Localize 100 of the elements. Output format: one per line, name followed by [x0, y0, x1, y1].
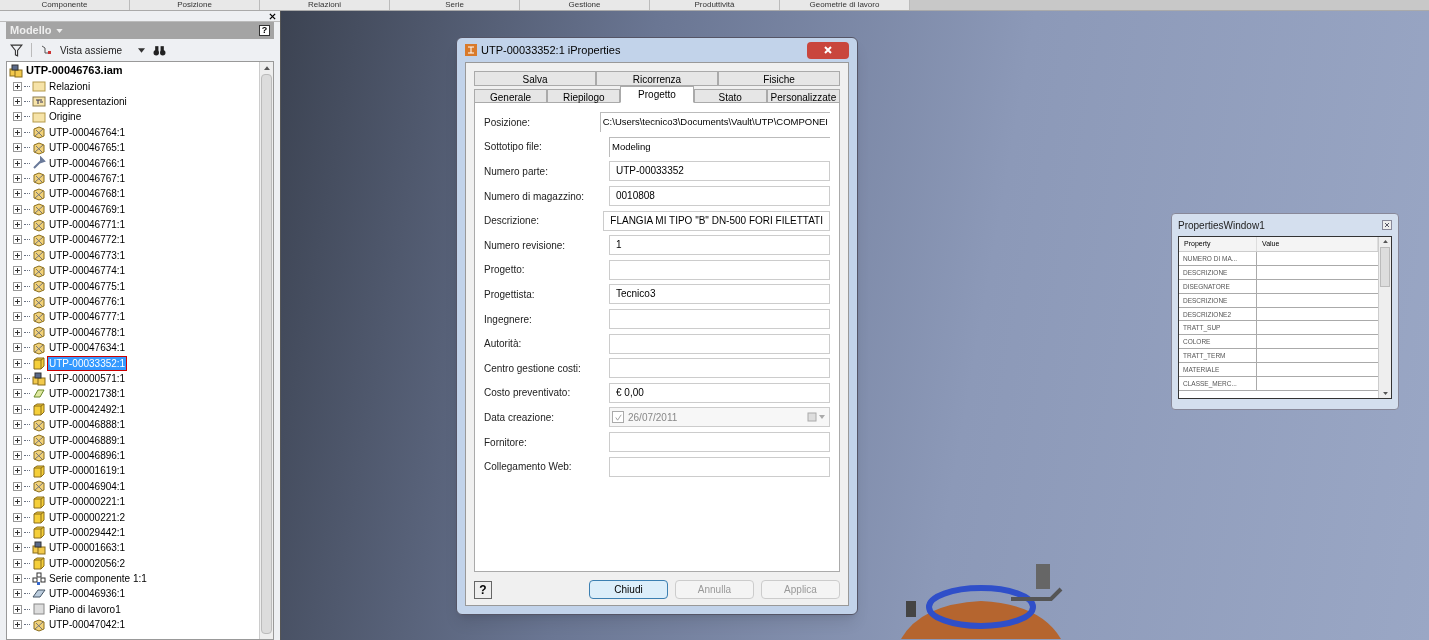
expand-icon[interactable]: [13, 250, 22, 260]
expand-icon[interactable]: [13, 589, 22, 599]
tree-item[interactable]: UTP-00046776:1: [48, 295, 127, 309]
tree-item[interactable]: UTP-00002056:2: [48, 556, 127, 570]
tree-item[interactable]: UTP-00046778:1: [48, 325, 127, 339]
tree-item[interactable]: Origine: [48, 110, 83, 124]
tree-item[interactable]: UTP-00001619:1: [48, 464, 127, 478]
expand-icon[interactable]: [13, 558, 22, 568]
tree-item[interactable]: UTP-00046771:1: [48, 218, 127, 232]
tree-item[interactable]: UTP-00046904:1: [48, 479, 127, 493]
tree-item[interactable]: UTP-00046765:1: [48, 141, 127, 155]
scroll-up-icon[interactable]: [263, 66, 270, 70]
text-field[interactable]: UTP-00033352: [609, 161, 830, 182]
text-field[interactable]: [609, 358, 830, 379]
close-button[interactable]: [807, 41, 849, 59]
tab[interactable]: Fisiche: [718, 71, 840, 86]
scroll-up-icon[interactable]: [1382, 240, 1388, 243]
tree-item[interactable]: UTP-00046764:1: [48, 125, 127, 139]
ribbon-tab[interactable]: Gestione: [520, 0, 650, 10]
text-field[interactable]: Tecnico3: [609, 284, 830, 305]
tree-item[interactable]: UTP-00042492:1: [48, 402, 127, 416]
expand-icon[interactable]: [13, 127, 22, 137]
tree-item[interactable]: UTP-00046773:1: [48, 248, 127, 262]
tree-item[interactable]: UTP-00046936:1: [48, 587, 127, 601]
close-icon[interactable]: [1382, 220, 1392, 230]
tab[interactable]: Salva: [474, 71, 596, 86]
text-field[interactable]: FLANGIA MI TIPO "B" DN-500 FORI FILETTATI: [603, 210, 830, 231]
expand-icon[interactable]: [13, 81, 22, 91]
view-selector[interactable]: Vista assieme: [60, 42, 123, 58]
expand-icon[interactable]: [13, 435, 22, 445]
expand-icon[interactable]: [13, 343, 22, 353]
expand-icon[interactable]: [13, 281, 22, 291]
ribbon-tab[interactable]: Componente: [0, 0, 130, 10]
expand-icon[interactable]: [13, 220, 22, 230]
help-button[interactable]: ?: [474, 580, 492, 599]
tree-item[interactable]: Rappresentazioni: [48, 94, 128, 108]
tab[interactable]: Personalizzate: [766, 89, 840, 103]
ribbon-tab[interactable]: Produttività: [650, 0, 780, 10]
tab[interactable]: Riepilogo: [547, 89, 621, 103]
tree-item[interactable]: Serie componente 1:1: [48, 572, 148, 586]
expand-icon[interactable]: [13, 527, 22, 537]
expand-icon[interactable]: [13, 497, 22, 507]
text-field[interactable]: [609, 432, 830, 452]
ribbon-tab[interactable]: Posizione: [130, 0, 260, 10]
tree-item[interactable]: Piano di lavoro1: [48, 602, 122, 616]
expand-icon[interactable]: [13, 358, 22, 368]
tab[interactable]: Stato: [693, 89, 767, 103]
tree-item[interactable]: UTP-00029442:1: [48, 525, 127, 539]
expand-icon[interactable]: [13, 389, 22, 399]
expand-icon[interactable]: [13, 481, 22, 491]
text-field[interactable]: [609, 259, 830, 280]
scrollbar[interactable]: [259, 62, 273, 639]
scrollbar[interactable]: [1378, 237, 1391, 398]
tree-item[interactable]: UTP-00047042:1: [48, 618, 127, 632]
expand-icon[interactable]: [13, 543, 22, 553]
expand-icon[interactable]: [13, 96, 22, 106]
tree-item[interactable]: UTP-00046766:1: [48, 156, 127, 170]
expand-icon[interactable]: [13, 574, 22, 584]
tab[interactable]: Ricorrenza: [596, 71, 718, 86]
expand-icon[interactable]: [13, 450, 22, 460]
expand-icon[interactable]: [13, 297, 22, 307]
expand-icon[interactable]: [13, 466, 22, 476]
expand-icon[interactable]: [13, 204, 22, 214]
expand-icon[interactable]: [13, 620, 22, 630]
tree-item[interactable]: UTP-00046774:1: [48, 264, 127, 278]
tree-item[interactable]: UTP-00046775:1: [48, 279, 127, 293]
tree-item[interactable]: UTP-00001663:1: [48, 541, 127, 555]
tree-item[interactable]: UTP-00046768:1: [48, 187, 127, 201]
expand-icon[interactable]: [13, 404, 22, 414]
expand-icon[interactable]: [13, 158, 22, 168]
text-field[interactable]: 0010808: [609, 186, 830, 207]
tree-item[interactable]: UTP-00021738:1: [48, 387, 127, 401]
tree-item[interactable]: UTP-00000221:1: [48, 495, 127, 509]
expand-icon[interactable]: [13, 420, 22, 430]
text-field[interactable]: [609, 309, 830, 330]
tree-item[interactable]: Relazioni: [48, 79, 92, 93]
tree-item[interactable]: UTP-00046889:1: [48, 433, 127, 447]
expand-icon[interactable]: [13, 173, 22, 183]
expand-icon[interactable]: [13, 374, 22, 383]
ribbon-tab[interactable]: Serie: [390, 0, 520, 10]
expand-icon[interactable]: [13, 235, 22, 245]
expand-icon[interactable]: [13, 327, 22, 337]
expand-icon[interactable]: [13, 189, 22, 199]
close-icon[interactable]: [269, 12, 276, 20]
caret-icon[interactable]: [138, 47, 146, 53]
dialog-button[interactable]: Chiudi: [589, 580, 668, 599]
tree-item[interactable]: UTP-00000221:2: [48, 510, 127, 524]
expand-icon[interactable]: [13, 604, 22, 614]
text-field[interactable]: [609, 456, 830, 477]
binoculars-icon[interactable]: [153, 44, 167, 56]
scroll-thumb[interactable]: [1380, 247, 1390, 287]
tree-item[interactable]: UTP-00046896:1: [48, 448, 127, 462]
text-field[interactable]: € 0,00: [609, 382, 830, 403]
text-field[interactable]: [609, 333, 830, 354]
tree-item[interactable]: UTP-00046777:1: [48, 310, 127, 324]
ribbon-tab[interactable]: Relazioni: [260, 0, 390, 10]
tree-item[interactable]: UTP-00000571:1: [48, 372, 127, 385]
scroll-thumb[interactable]: [261, 74, 272, 634]
tab[interactable]: Progetto: [620, 86, 694, 103]
filter-icon[interactable]: [10, 43, 23, 57]
